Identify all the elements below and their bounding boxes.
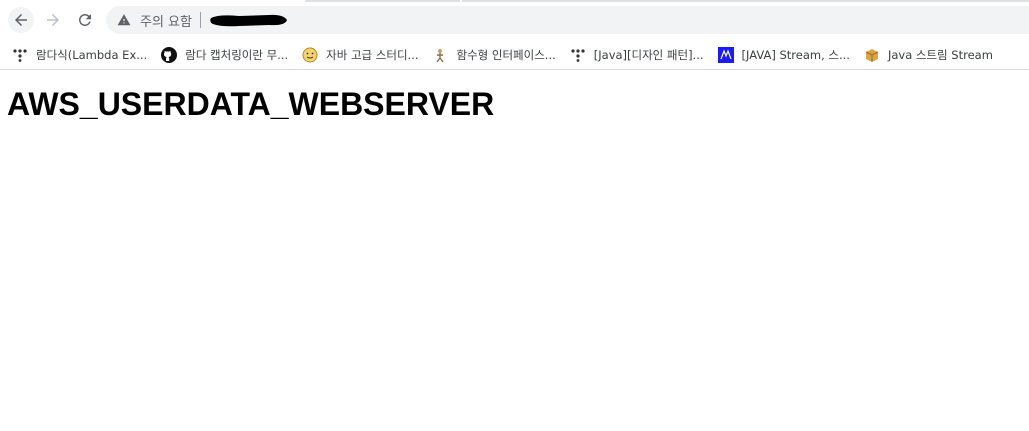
browser-toolbar: 주의 요함 (0, 0, 1029, 40)
page-heading: AWS_USERDATA_WEBSERVER (7, 86, 495, 122)
bookmark-label: 자바 고급 스터디... (326, 47, 419, 62)
bookmark-item[interactable]: 람다 캡처링이란 무... (161, 46, 289, 63)
bookmark-label: 람다 캡처링이란 무... (185, 47, 289, 62)
bookmark-label: [JAVA] Stream, 스... (741, 47, 850, 62)
address-separator (199, 12, 201, 28)
reload-icon (78, 13, 91, 26)
tistory-icon (12, 47, 28, 63)
tab-strip (305, 0, 1029, 2)
figure-icon (433, 47, 449, 63)
back-arrow-icon (15, 14, 27, 26)
address-bar[interactable]: 주의 요함 (106, 6, 1029, 34)
github-icon (161, 46, 178, 63)
warning-icon[interactable] (116, 12, 132, 28)
bookmark-item[interactable]: [JAVA] Stream, 스... (717, 46, 850, 63)
security-status-label[interactable]: 주의 요함 (140, 11, 192, 30)
back-button[interactable] (8, 7, 34, 33)
bookmark-label: 함수형 인터페이스... (456, 47, 556, 62)
forward-button[interactable] (40, 7, 66, 33)
redacted-url (210, 14, 287, 27)
bookmark-item[interactable]: 함수형 인터페이스... (433, 47, 556, 63)
page-content: AWS_USERDATA_WEBSERVER (0, 70, 1029, 139)
forward-arrow-icon (47, 14, 59, 26)
bookmark-label: Java 스트림 Stream (887, 47, 993, 62)
bookmark-item[interactable]: 자바 고급 스터디... (302, 47, 419, 63)
bookmark-label: [Java][디자인 패턴]... (593, 47, 704, 62)
bookmarks-bar: 람다식(Lambda Ex... 람다 캡처링이란 무... 자바 고급 스터디… (0, 40, 1029, 70)
reload-button[interactable] (72, 7, 98, 33)
box-icon (864, 47, 880, 63)
blue-logo-icon (717, 46, 734, 63)
bookmark-item[interactable]: [Java][디자인 패턴]... (570, 47, 704, 63)
bookmark-item[interactable]: Java 스트림 Stream (864, 47, 993, 63)
bookmark-item[interactable]: 람다식(Lambda Ex... (12, 47, 147, 63)
smiley-icon (302, 47, 318, 63)
tistory-icon (570, 47, 586, 63)
bookmark-label: 람다식(Lambda Ex... (36, 47, 148, 62)
